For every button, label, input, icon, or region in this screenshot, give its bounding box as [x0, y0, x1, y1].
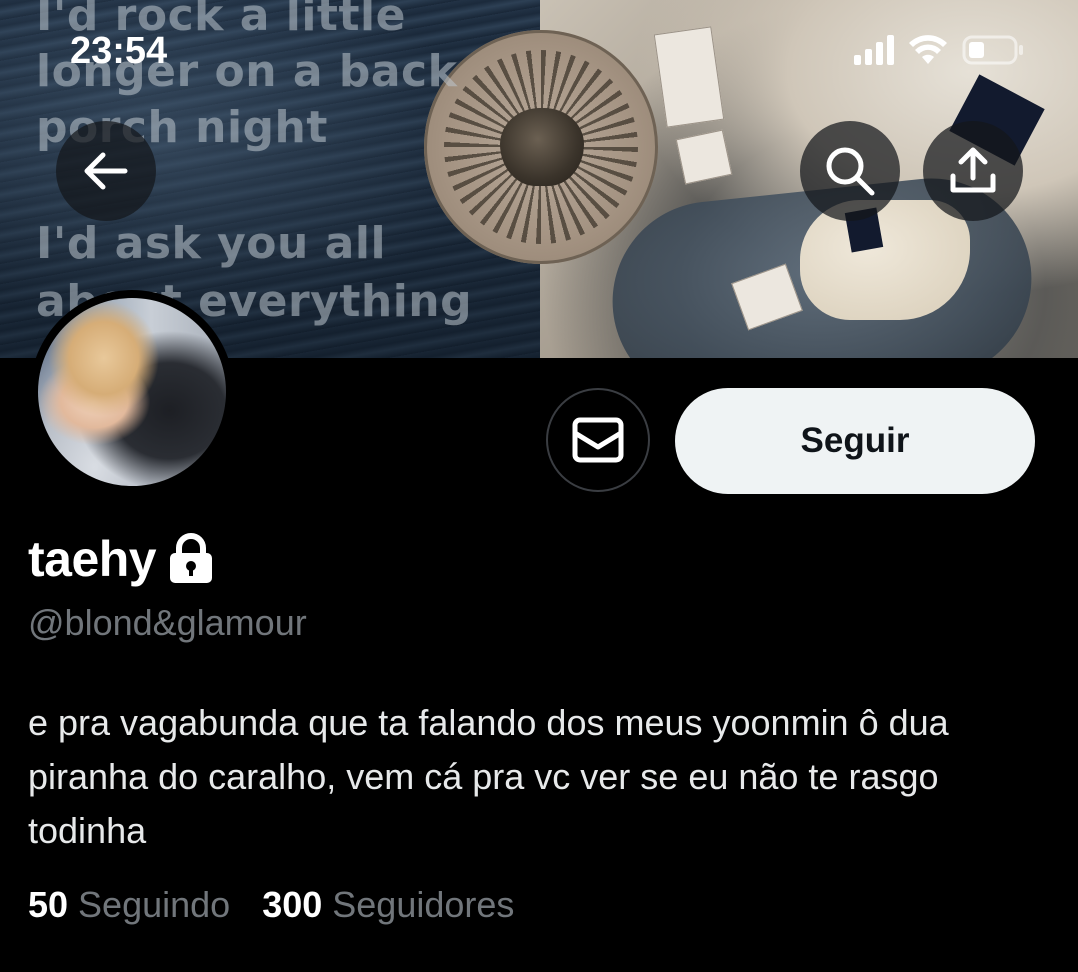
following-label: Seguindo — [78, 884, 231, 925]
status-bar-icons — [854, 34, 1024, 66]
share-upload-icon — [950, 147, 996, 193]
envelope-icon — [572, 417, 624, 463]
profile-stats: 50 Seguindo 300 Seguidores — [28, 884, 514, 926]
display-name-row: taehy — [28, 530, 214, 588]
search-icon — [826, 147, 875, 196]
banner-heart-shape — [500, 108, 584, 186]
banner-cloth-shape — [800, 200, 970, 320]
followers-stat[interactable]: 300 Seguidores — [262, 884, 514, 926]
cellular-signal-icon — [854, 35, 894, 65]
following-stat[interactable]: 50 Seguindo — [28, 884, 230, 926]
followers-count: 300 — [262, 884, 323, 925]
share-button[interactable] — [923, 121, 1023, 221]
banner-lyric-line: I'd ask you all — [36, 218, 387, 269]
avatar-photo — [38, 298, 226, 486]
arrow-left-icon — [84, 152, 128, 190]
followers-label: Seguidores — [332, 884, 515, 925]
display-name: taehy — [28, 531, 157, 587]
wifi-icon — [909, 35, 947, 64]
following-count: 50 — [28, 884, 69, 925]
search-button[interactable] — [800, 121, 900, 221]
profile-avatar[interactable] — [30, 290, 234, 494]
follow-button[interactable]: Seguir — [675, 388, 1035, 494]
status-bar-time: 23:54 — [70, 30, 168, 72]
message-button[interactable] — [546, 388, 650, 492]
battery-icon — [962, 35, 1023, 65]
back-button[interactable] — [56, 121, 156, 221]
lock-icon — [170, 533, 213, 583]
profile-bio: e pra vagabunda que ta falando dos meus … — [28, 702, 949, 851]
banner-tag — [675, 129, 733, 185]
user-handle: @blond&glamour — [28, 602, 307, 643]
